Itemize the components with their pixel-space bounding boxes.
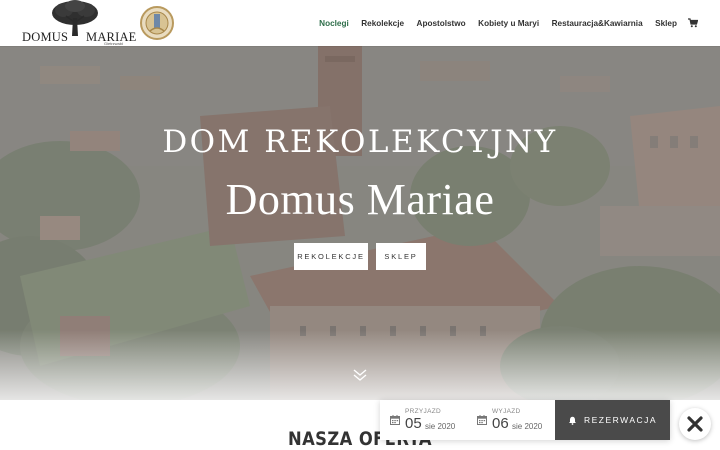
- calendar-icon: [390, 415, 400, 425]
- nav-item-restauracja-kawiarnia[interactable]: Restauracja&Kawiarnia: [552, 19, 643, 28]
- rekolekcje-button[interactable]: REKOLEKCJE: [294, 243, 368, 270]
- checkin-month-year: sie 2020: [425, 422, 456, 431]
- reserve-button-label: REZERWACJA: [583, 415, 658, 425]
- double-chevron-down-icon[interactable]: [353, 368, 367, 382]
- hero-bottom-fade: [0, 330, 720, 400]
- close-icon: [687, 416, 703, 432]
- hero-section: DOM REKOLEKCYJNY Domus Mariae REKOLEKCJE…: [0, 46, 720, 400]
- checkout-date-picker[interactable]: WYJAZD 06 sie 2020: [475, 400, 559, 440]
- checkout-label: WYJAZD: [492, 408, 521, 415]
- logo-subword: Gietrzwałd: [104, 41, 123, 46]
- sklep-button[interactable]: SKLEP: [376, 243, 426, 270]
- nav-item-rekolekcje[interactable]: Rekolekcje: [361, 19, 404, 28]
- cart-icon[interactable]: [688, 18, 698, 28]
- logo[interactable]: DOMUS MARIAE Gietrzwałd: [20, 0, 136, 46]
- checkout-month-year: sie 2020: [512, 422, 543, 431]
- nav-item-noclegi[interactable]: Noclegi: [319, 19, 349, 28]
- hero-subtitle: Domus Mariae: [225, 175, 495, 224]
- site-header: DOMUS MARIAE Gietrzwałd Noclegi Rekolekc…: [0, 0, 720, 46]
- close-booking-button[interactable]: [679, 408, 711, 440]
- bell-icon: [568, 416, 577, 425]
- calendar-icon: [477, 415, 487, 425]
- checkin-label: PRZYJAZD: [405, 408, 441, 415]
- nav-item-kobiety-u-maryi[interactable]: Kobiety u Maryi: [478, 19, 539, 28]
- reserve-button[interactable]: REZERWACJA: [555, 400, 670, 440]
- logo-word-left: DOMUS: [22, 30, 69, 44]
- booking-widget: PRZYJAZD 05 sie 2020 WYJAZD 06 sie 2020 …: [380, 400, 670, 440]
- checkin-day: 05: [405, 415, 422, 432]
- checkout-day: 06: [492, 415, 509, 432]
- main-nav: Noclegi Rekolekcje Apostolstwo Kobiety u…: [307, 0, 698, 46]
- nav-item-sklep[interactable]: Sklep: [655, 19, 677, 28]
- anniversary-emblem-icon: [140, 6, 174, 40]
- nav-item-apostolstwo[interactable]: Apostolstwo: [417, 19, 466, 28]
- hero-title: DOM REKOLEKCYJNY: [162, 124, 558, 160]
- checkin-date-picker[interactable]: PRZYJAZD 05 sie 2020: [388, 400, 472, 440]
